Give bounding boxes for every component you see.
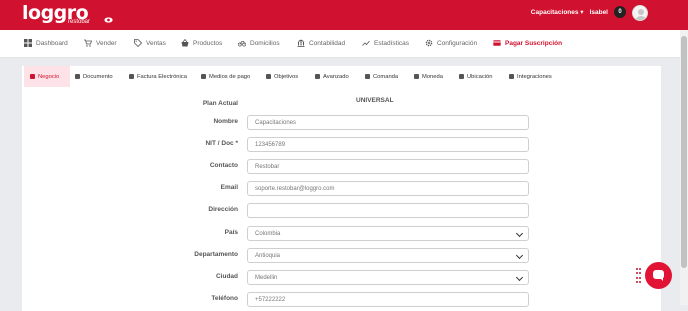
tab-label: Medios de pago	[209, 73, 251, 80]
plan-value: UNIVERSAL	[356, 97, 394, 104]
check-icon	[509, 74, 514, 79]
user-name[interactable]: Isabel	[590, 9, 608, 16]
nav-label: Contabilidad	[309, 39, 346, 47]
field-label-telefono: Teléfono	[211, 295, 238, 302]
tab-ubicacion[interactable]: Ubicación	[459, 66, 492, 87]
tab-label: Negocio	[38, 73, 60, 80]
user-avatar[interactable]	[632, 5, 648, 21]
business-icon	[30, 74, 35, 79]
tab-label: Avanzado	[323, 73, 349, 80]
nav-label: Configuración	[437, 39, 478, 47]
drag-handle-icon[interactable]	[636, 268, 641, 284]
chef-hat-icon	[365, 74, 370, 79]
tab-comanda[interactable]: Comanda	[365, 66, 398, 87]
departamento-select[interactable]: Antioquia	[247, 248, 529, 263]
field-label-nit: NIT / Doc *	[205, 140, 238, 147]
bicycle-icon	[238, 41, 246, 47]
contacto-input[interactable]: Restobar	[247, 159, 529, 174]
tab-avanzado[interactable]: Avanzado	[315, 66, 349, 87]
page-scrollbar-thumb[interactable]	[681, 36, 687, 268]
nit-input[interactable]: 123456789	[247, 137, 529, 152]
field-label-departamento: Departamento	[194, 251, 238, 258]
eye-icon[interactable]	[104, 17, 113, 23]
tab-moneda[interactable]: Moneda	[414, 66, 443, 87]
target-icon	[266, 74, 271, 79]
nav-productos[interactable]: Productos	[181, 39, 222, 47]
logo-subtitle: restobar	[68, 19, 91, 25]
tab-medios-de-pago[interactable]: Medios de pago	[201, 66, 250, 87]
field-label-direccion: Dirección	[208, 206, 238, 213]
tab-label: Integraciones	[517, 73, 552, 80]
app-logo[interactable]: loggro restobar	[22, 3, 91, 27]
account-menu[interactable]: Capacitaciones ▾	[531, 8, 584, 16]
settings-tabs: Negocio Documento Factura Electrónica Me…	[22, 66, 661, 87]
tab-label: Moneda	[422, 73, 443, 80]
tab-label: Objetivos	[274, 73, 299, 80]
field-label-pais: País	[224, 229, 238, 236]
notification-badge[interactable]: 0	[614, 6, 626, 18]
document-icon	[75, 74, 80, 79]
chat-button[interactable]	[645, 262, 672, 289]
nav-contabilidad[interactable]: Contabilidad	[297, 39, 345, 47]
dashboard-icon	[24, 39, 32, 47]
field-label-nombre: Nombre	[213, 118, 238, 125]
basket-icon	[181, 39, 189, 47]
nav-ventas[interactable]: Ventas	[134, 39, 166, 47]
nav-label: Estadísticas	[374, 39, 410, 47]
plan-label: Plan Actual	[202, 100, 238, 107]
tab-label: Comanda	[373, 73, 399, 80]
credit-card-icon	[493, 40, 501, 46]
gear-icon	[425, 39, 433, 47]
nav-dashboard[interactable]: Dashboard	[24, 39, 68, 47]
tab-label: Factura Electrónica	[137, 73, 187, 80]
nombre-input[interactable]: Capacitaciones	[247, 115, 529, 130]
tab-documento[interactable]: Documento	[75, 66, 113, 87]
nav-label: Productos	[193, 39, 223, 47]
top-bar: loggro restobar Capacitaciones ▾ Isabel …	[0, 0, 688, 30]
nav-vender[interactable]: Vender	[84, 39, 117, 47]
invoice-icon	[129, 74, 134, 79]
map-icon	[459, 74, 464, 79]
bank-icon	[297, 39, 305, 47]
dollar-icon	[414, 74, 419, 79]
nav-label: Domicilios	[250, 39, 280, 47]
nav-label: Vender	[96, 39, 117, 47]
tab-objetivos[interactable]: Objetivos	[266, 66, 298, 87]
tab-label: Documento	[83, 73, 113, 80]
rocket-icon	[315, 74, 320, 79]
nav-estadisticas[interactable]: Estadísticas	[362, 39, 409, 47]
nav-label: Pagar Suscripción	[505, 39, 563, 47]
tab-negocio[interactable]: Negocio	[24, 66, 70, 87]
pais-select[interactable]: Colombia	[247, 226, 529, 241]
ciudad-select[interactable]: Medellin	[247, 270, 529, 285]
cart-icon	[84, 39, 92, 47]
tab-integraciones[interactable]: Integraciones	[509, 66, 552, 87]
nav-domicilios[interactable]: Domicilios	[238, 39, 280, 47]
nav-label: Dashboard	[36, 39, 68, 47]
chart-line-icon	[362, 40, 370, 46]
main-nav: Dashboard Vender Ventas Productos Domici…	[0, 30, 680, 58]
payment-icon	[201, 74, 206, 79]
field-label-email: Email	[220, 184, 238, 191]
tab-label: Ubicación	[467, 73, 493, 80]
nav-label: Ventas	[146, 39, 166, 47]
email-input[interactable]: soporte.restobar@loggro.com	[247, 181, 529, 196]
nav-configuracion[interactable]: Configuración	[425, 39, 477, 47]
nav-pagar-suscripcion[interactable]: Pagar Suscripción	[493, 39, 562, 47]
field-label-ciudad: Ciudad	[215, 273, 238, 280]
tab-factura-electronica[interactable]: Factura Electrónica	[129, 66, 187, 87]
tag-icon	[134, 39, 142, 47]
field-label-contacto: Contacto	[209, 162, 238, 169]
direccion-input[interactable]	[247, 203, 529, 218]
